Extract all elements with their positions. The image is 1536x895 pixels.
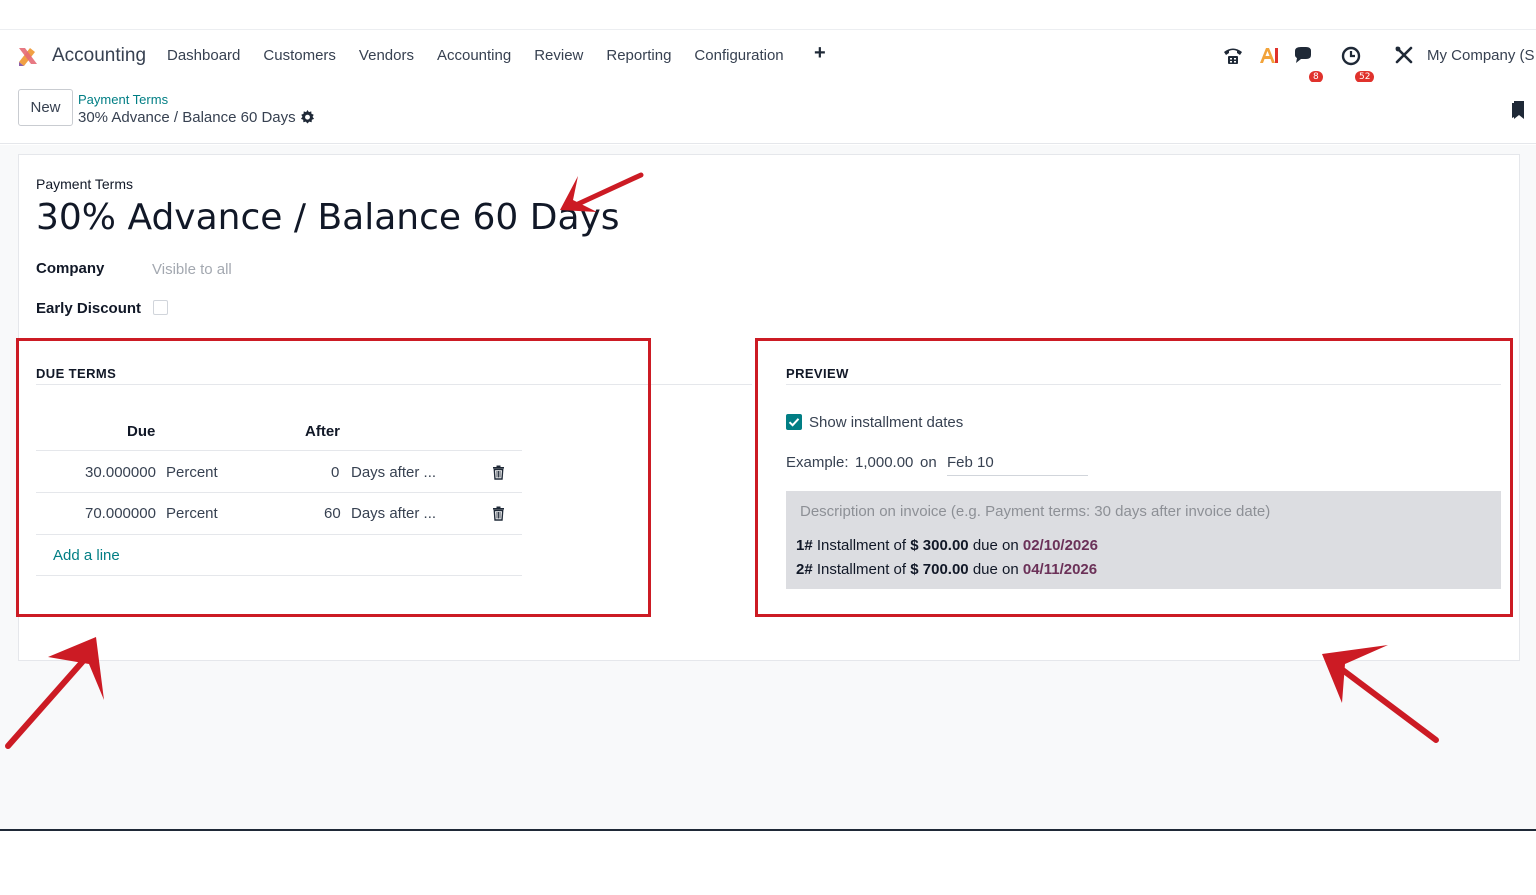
arrow-to-preview-icon [1322,645,1439,743]
annotation-arrows [5,172,1439,749]
arrow-to-title-icon [560,172,644,212]
arrow-to-due-terms-icon [5,637,104,749]
bottom-blank-area [0,831,1536,895]
